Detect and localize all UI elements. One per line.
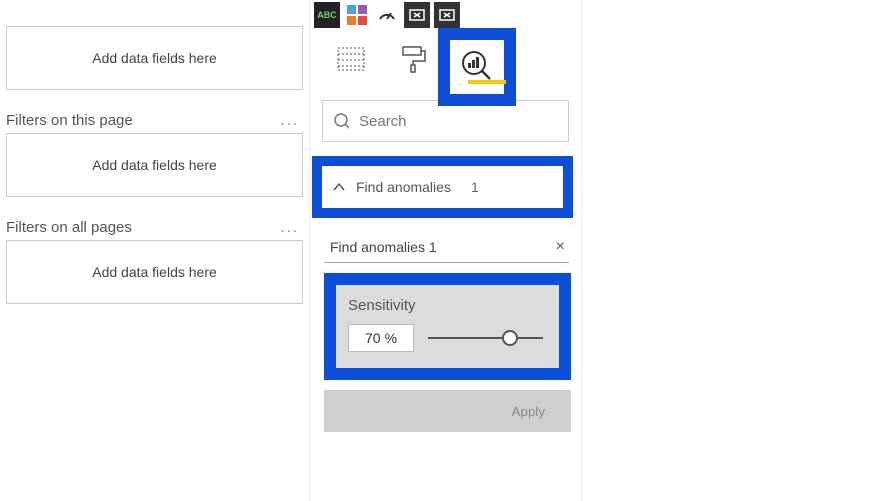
sensitivity-row: 70 %: [348, 324, 547, 352]
anomaly-card-title[interactable]: Find anomalies 1: [330, 239, 437, 255]
chevron-up-icon[interactable]: [332, 180, 346, 194]
fields-tab[interactable]: [334, 42, 368, 76]
dropzone-all-filters[interactable]: Add data fields here: [6, 240, 303, 304]
sensitivity-unit: %: [385, 330, 397, 346]
viz-treemap-icon[interactable]: [344, 2, 370, 28]
apply-label: Apply: [512, 404, 545, 419]
more-icon[interactable]: ...: [280, 112, 303, 129]
viz-card-abc-icon[interactable]: ABC: [314, 2, 340, 28]
sensitivity-label: Sensitivity: [348, 297, 547, 314]
viz-gauge-icon[interactable]: [374, 2, 400, 28]
search-icon: [333, 112, 349, 130]
analytics-tab-highlight: [438, 28, 516, 106]
sensitivity-section-highlight: Sensitivity 70 %: [324, 273, 571, 380]
search-box[interactable]: [322, 100, 569, 142]
viz-card-delete2-icon[interactable]: [434, 2, 460, 28]
anomaly-card-header: Find anomalies 1 ×: [324, 232, 569, 263]
filters-all-header: Filters on all pages ...: [6, 219, 303, 236]
fields-icon: [337, 47, 365, 71]
slider-thumb[interactable]: [502, 330, 518, 346]
dropzone-text: Add data fields here: [92, 157, 217, 173]
blank-area: [582, 0, 881, 501]
dropzone-visual-filters[interactable]: Add data fields here: [6, 26, 303, 90]
format-tab[interactable]: [396, 42, 430, 76]
dropzone-text: Add data fields here: [92, 264, 217, 280]
viz-type-row: ABC: [310, 0, 581, 28]
dropzone-text: Add data fields here: [92, 50, 217, 66]
close-icon[interactable]: ×: [556, 238, 565, 256]
sensitivity-input[interactable]: 70 %: [348, 324, 414, 352]
search-input[interactable]: [359, 113, 558, 130]
find-anomalies-accordion-highlight: Find anomalies 1: [312, 156, 573, 218]
filters-all-label: Filters on all pages: [6, 219, 132, 236]
apply-button[interactable]: Apply: [324, 390, 571, 432]
sensitivity-slider[interactable]: [428, 337, 543, 339]
accordion-label[interactable]: Find anomalies: [356, 179, 451, 195]
more-icon[interactable]: ...: [280, 219, 303, 236]
sensitivity-value: 70: [365, 330, 381, 346]
accordion-count: 1: [471, 179, 479, 195]
filters-page-header: Filters on this page ...: [6, 112, 303, 129]
active-tab-underline: [468, 80, 506, 84]
viz-card-delete1-icon[interactable]: [404, 2, 430, 28]
analytics-tab[interactable]: [460, 49, 494, 86]
analytics-magnifier-icon: [460, 49, 494, 83]
paint-roller-icon: [400, 45, 426, 73]
filters-panel: Add data fields here Filters on this pag…: [0, 0, 310, 501]
dropzone-page-filters[interactable]: Add data fields here: [6, 133, 303, 197]
filters-page-label: Filters on this page: [6, 112, 133, 129]
visualizations-panel: ABC: [310, 0, 582, 501]
